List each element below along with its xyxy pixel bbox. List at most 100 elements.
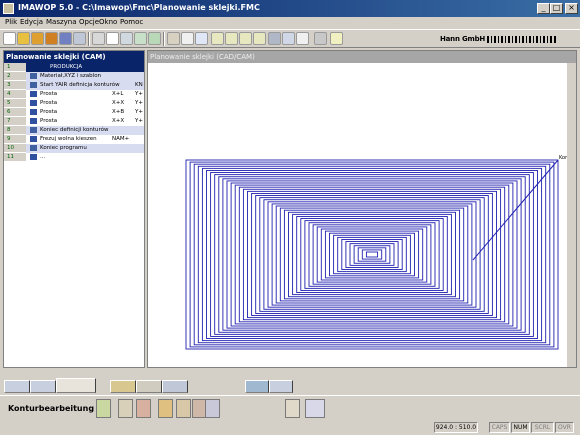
chamfer-icon[interactable]	[158, 399, 173, 418]
maximize-button[interactable]: □	[550, 3, 563, 14]
tab-sawing[interactable]	[162, 380, 188, 393]
new-icon[interactable]	[3, 32, 16, 45]
toolpath-loop	[242, 188, 502, 321]
toolpath-loop	[308, 222, 436, 287]
rounding-icon[interactable]	[176, 399, 191, 418]
arc-icon[interactable]	[136, 399, 151, 418]
program-row[interactable]: 1 PRODUKCJA	[4, 63, 144, 72]
program-row[interactable]: 8 Koniec definicji konturów	[4, 126, 144, 135]
toolpath-loop	[271, 203, 473, 306]
toolpath-loop	[361, 249, 383, 260]
program-row[interactable]: 6 Prosta X+B Y+	[4, 108, 144, 117]
num-indicator: NUM	[511, 422, 530, 433]
program-row[interactable]: 11...	[4, 153, 144, 162]
3d-icon[interactable]	[282, 32, 295, 45]
cnc-icon[interactable]	[195, 32, 208, 45]
row-param-x: NAM+	[112, 136, 130, 142]
pen-icon[interactable]	[296, 32, 309, 45]
app-icon	[3, 3, 14, 14]
open-recent-icon[interactable]	[31, 32, 44, 45]
toolpath-loop	[349, 243, 395, 266]
tab-grooving[interactable]	[136, 380, 162, 393]
program-row[interactable]: 4 Prosta X+L Y+	[4, 90, 144, 99]
row-param-y: Y+	[135, 91, 143, 97]
sim-icon[interactable]	[268, 32, 281, 45]
menu-window[interactable]: Okno	[99, 18, 117, 26]
zoom-in-icon[interactable]	[225, 32, 238, 45]
row-label: Materiał,XYZ i szablon	[40, 73, 102, 79]
row-label: ...	[40, 154, 46, 160]
copy-icon[interactable]	[106, 32, 119, 45]
tab-settings[interactable]	[269, 380, 293, 393]
caps-indicator: CAPS	[489, 422, 510, 433]
tab-tools[interactable]	[30, 380, 56, 393]
ovr-indicator: OVR	[555, 422, 574, 433]
close-button[interactable]: ×	[565, 3, 578, 14]
program-row[interactable]: 2 Materiał,XYZ i szablon	[4, 72, 144, 81]
print-icon[interactable]	[167, 32, 180, 45]
toolpath-loop	[279, 207, 465, 302]
tab-simulation[interactable]	[245, 380, 269, 393]
free-pocket-icon[interactable]	[305, 399, 325, 418]
save-icon[interactable]	[59, 32, 72, 45]
program-row[interactable]: 9 Frezuj wolna kieszen NAM+	[4, 135, 144, 144]
save-as-icon[interactable]	[73, 32, 86, 45]
program-row[interactable]: 3 Start YAIR definicja konturów KN	[4, 81, 144, 90]
zoom-all-icon[interactable]	[253, 32, 266, 45]
menu-machine[interactable]: Maszyna	[46, 18, 77, 26]
context-label: Konturbearbeitung	[8, 404, 95, 413]
row-type-icon	[30, 154, 37, 160]
redo-icon[interactable]	[148, 32, 161, 45]
program-row[interactable]: 7 Prosta X+X Y+	[4, 117, 144, 126]
row-number: 11	[4, 153, 26, 162]
toolpath-loop	[324, 230, 420, 279]
print-preview-icon[interactable]	[181, 32, 194, 45]
program-panel-title: Planowanie sklejki (CAM)	[4, 51, 144, 63]
tab-machine[interactable]	[4, 380, 30, 393]
open-icon[interactable]	[17, 32, 30, 45]
toolpath-loop	[365, 251, 379, 258]
pocket-icon[interactable]	[205, 399, 220, 418]
toolpath-drawing[interactable]: Kor	[148, 63, 568, 367]
paste-icon[interactable]	[120, 32, 133, 45]
tab-drilling[interactable]	[110, 380, 136, 393]
brand-text: Hann GmbH	[440, 35, 486, 43]
toolpath-loop	[201, 167, 543, 342]
row-param-x: X+L	[112, 91, 124, 97]
minimize-button[interactable]: _	[537, 3, 550, 14]
toolpath-loop	[226, 180, 518, 329]
program-row[interactable]: 10 Koniec programu	[4, 144, 144, 153]
toolpath-loop	[189, 161, 555, 348]
toolbar-separator	[88, 32, 90, 46]
cut-icon[interactable]	[92, 32, 105, 45]
menu-file[interactable]: Plik	[5, 18, 17, 26]
menu-help[interactable]: Pomoc	[120, 18, 143, 26]
tab-contour[interactable]	[56, 378, 96, 393]
program-row[interactable]: 5 Prosta X+X Y+	[4, 99, 144, 108]
help-icon[interactable]	[330, 32, 343, 45]
row-type-icon	[30, 127, 37, 133]
mill-path-icon[interactable]	[285, 399, 300, 418]
row-param-x: X+B	[112, 109, 125, 115]
menu-edit[interactable]: Edycja	[20, 18, 43, 26]
zoom-icon[interactable]	[211, 32, 224, 45]
toolpath-loop	[197, 165, 547, 344]
row-type-icon	[30, 73, 37, 79]
calculator-icon[interactable]	[314, 32, 327, 45]
program-panel[interactable]: Planowanie sklejki (CAM) 1 PRODUKCJA 2 Mate…	[3, 50, 145, 368]
contour-start-icon[interactable]	[96, 399, 111, 418]
row-number: 3	[4, 81, 26, 90]
undo-icon[interactable]	[134, 32, 147, 45]
toolpath-loop	[296, 216, 448, 293]
cad-view-panel[interactable]: Planowanie sklejki (CAD/CAM) Kor	[147, 50, 577, 368]
row-label: Prosta	[40, 118, 58, 124]
toolpath-loop	[267, 201, 477, 308]
toolpath-loop	[292, 213, 452, 296]
vertical-scrollbar[interactable]	[567, 63, 576, 367]
toolpath-loop	[353, 245, 391, 264]
cad-view-title: Planowanie sklejki (CAD/CAM)	[148, 51, 576, 63]
line-icon[interactable]	[118, 399, 133, 418]
zoom-out-icon[interactable]	[239, 32, 252, 45]
open-folder-icon[interactable]	[45, 32, 58, 45]
menu-options[interactable]: Opcje	[79, 18, 99, 26]
